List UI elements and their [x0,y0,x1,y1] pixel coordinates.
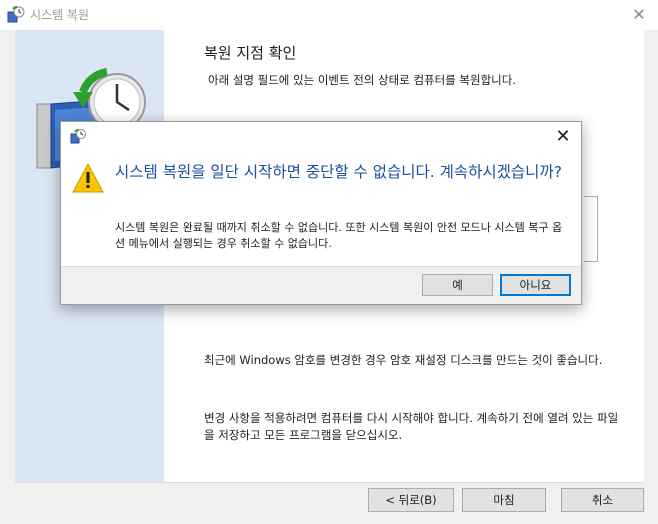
cancel-button[interactable]: 취소 [561,488,644,512]
wizard-titlebar: 시스템 복원 ✕ [0,0,658,30]
wizard-title: 시스템 복원 [30,8,90,22]
dialog-close-icon[interactable]: ✕ [549,125,577,149]
dialog-main-instruction: 시스템 복원을 일단 시작하면 중단할 수 없습니다. 계속하시겠습니까? [115,163,562,181]
no-button[interactable]: 아니요 [500,274,571,296]
warning-icon [72,162,104,193]
dialog-detail-text: 시스템 복원은 완료될 때까지 취소할 수 없습니다. 또한 시스템 복원이 안… [115,221,563,250]
system-restore-icon [7,6,25,23]
wizard-left-frame [0,30,15,524]
system-restore-icon [70,129,86,144]
description-field-edge [584,196,598,262]
dialog-titlebar: ✕ [61,122,581,152]
confirmation-dialog: ✕ 시스템 복원을 일단 시작하면 중단할 수 없습니다. 계속하시겠습니까? … [60,121,582,305]
restart-note: 변경 사항을 적용하려면 컴퓨터를 다시 시작해야 합니다. 계속하기 전에 열… [204,411,619,442]
back-button[interactable]: < 뒤로(B) [368,488,454,512]
wizard-close-icon[interactable]: ✕ [626,4,652,26]
wizard-footer [15,482,644,524]
dialog-body: 시스템 복원을 일단 시작하면 중단할 수 없습니다. 계속하시겠습니까? 시스… [61,152,581,266]
yes-button[interactable]: 예 [422,274,493,296]
finish-button[interactable]: 마침 [462,488,546,512]
wizard-right-frame [644,30,658,524]
password-reset-note: 최근에 Windows 암호를 변경한 경우 암호 재설정 디스크를 만드는 것… [204,353,603,367]
wizard-heading: 복원 지점 확인 [204,44,297,62]
wizard-subheading: 아래 설명 필드에 있는 이벤트 전의 상태로 컴퓨터를 복원합니다. [208,73,516,87]
